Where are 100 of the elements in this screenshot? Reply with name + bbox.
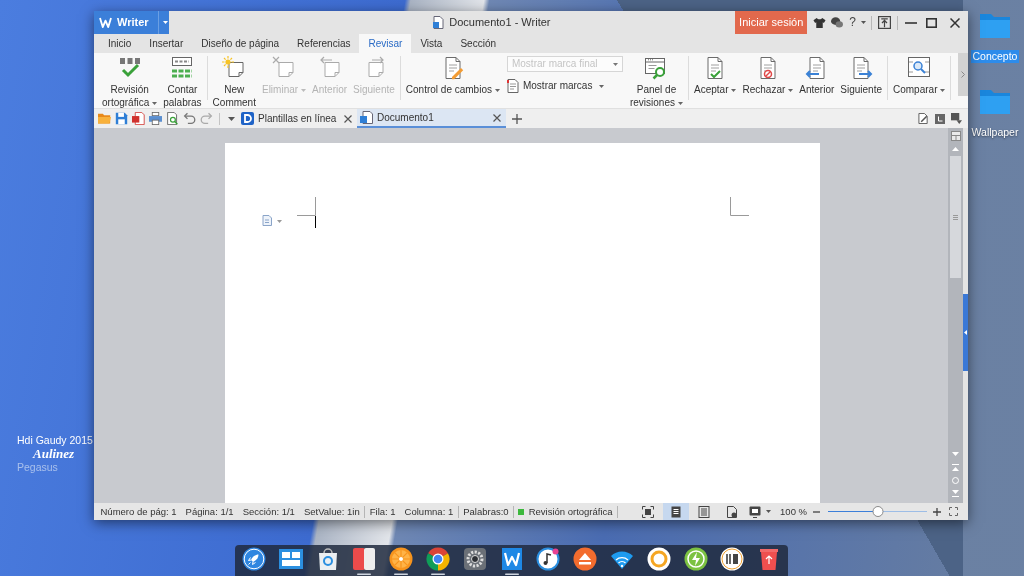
wallpaper-caption: Aulinez	[33, 446, 75, 461]
status-square-icon	[518, 508, 525, 515]
view-button[interactable]	[663, 503, 690, 520]
grip-icon	[953, 214, 958, 220]
caret-icon	[227, 116, 235, 121]
ring-icon[interactable]	[646, 547, 671, 571]
tiles-icon[interactable]	[278, 547, 303, 571]
wallpaper-caption: Hdi Gaudy 2015	[17, 434, 93, 447]
citrus-slice-icon[interactable]	[389, 547, 414, 575]
menu-tab[interactable]: Vista	[411, 34, 452, 53]
caret-icon	[612, 62, 618, 66]
ribbon-button[interactable]: Aceptar	[691, 56, 740, 96]
w-logo-tile-icon[interactable]	[499, 547, 524, 575]
lightning-icon[interactable]	[683, 547, 708, 571]
zoom-slider-thumb[interactable]	[872, 506, 883, 517]
menu-tab[interactable]: Referencias	[288, 34, 360, 53]
status-text: Revisión ortográfica	[524, 505, 619, 518]
status-text: Sección: 1/1	[241, 505, 296, 518]
split-view-icon[interactable]	[950, 131, 961, 141]
status-text: Número de pág: 1	[99, 505, 178, 518]
status-text: Página: 1/1	[184, 505, 235, 518]
document-badge-icon[interactable]	[132, 112, 145, 125]
status-text: Palabras:0	[458, 505, 515, 518]
zoom-percentage: 100 %	[780, 505, 807, 518]
close-icon[interactable]	[344, 114, 352, 123]
document-tab[interactable]: Plantillas en línea	[238, 109, 357, 128]
document-icon	[433, 16, 445, 29]
close-icon[interactable]	[493, 113, 501, 122]
printer-icon[interactable]	[149, 112, 162, 125]
menu-tab[interactable]: Sección	[451, 34, 505, 53]
menu-tab[interactable]: Insertar	[140, 34, 193, 53]
help-button[interactable]: ?	[849, 15, 866, 30]
ribbon-button[interactable]: Anterior	[796, 56, 838, 96]
ribbon-button[interactable]: Control de cambios	[402, 56, 503, 96]
app-menu-button[interactable]: Writer	[94, 11, 158, 34]
panel-menu-icon[interactable]	[951, 113, 962, 124]
left-triangle-icon	[964, 330, 967, 335]
frame-magnifier-icon	[907, 56, 932, 80]
ribbon-button[interactable]: Panel de revisiones	[626, 56, 686, 109]
maximize-icon[interactable]	[926, 17, 937, 28]
menu-tab[interactable]: Inicio	[99, 34, 141, 53]
plus-icon[interactable]	[512, 113, 522, 124]
chat-bubbles-icon[interactable]	[831, 17, 844, 28]
ribbon-button[interactable]: Siguiente	[837, 56, 885, 96]
ribbon-button[interactable]: Rechazar	[739, 56, 797, 96]
document-menu-icon[interactable]	[262, 215, 283, 226]
document-gear-icon	[726, 505, 739, 518]
counter-icon	[170, 56, 195, 80]
document-tab[interactable]: Documento1	[357, 109, 506, 128]
screen-icon	[749, 505, 762, 518]
music-note-icon[interactable]	[536, 547, 561, 571]
plus-icon[interactable]	[933, 507, 941, 516]
close-icon[interactable]	[950, 17, 960, 28]
undo-icon[interactable]	[183, 112, 196, 125]
page-lines-icon	[670, 505, 683, 518]
dial-icon[interactable]	[720, 547, 745, 571]
caret-icon	[861, 21, 866, 24]
wallpaper-caption: Pegasus	[17, 460, 58, 474]
menu-tab[interactable]: Revisar	[359, 34, 412, 53]
document-icon	[360, 111, 373, 124]
margin-corner-mark	[297, 197, 316, 216]
shirt-icon[interactable]	[813, 16, 827, 29]
caret-icon	[162, 21, 168, 24]
upload-box-icon[interactable]	[878, 16, 891, 29]
expand-corners-icon[interactable]	[949, 507, 958, 516]
ribbon-button[interactable]: New Comment	[209, 56, 259, 109]
note-cross-icon	[272, 56, 297, 80]
document-magnifier-icon[interactable]	[166, 112, 179, 125]
w-logo-icon	[99, 17, 112, 28]
status-text: Fila: 1	[368, 505, 397, 518]
window-title: Documento1 - Writer	[449, 15, 551, 30]
ring-segments-icon[interactable]	[426, 547, 450, 575]
ribbon-button[interactable]: Comparar	[890, 56, 949, 96]
split-tile-icon[interactable]	[352, 547, 377, 575]
document-icon	[506, 79, 519, 93]
caret-icon	[766, 510, 772, 513]
rocket-icon[interactable]	[242, 547, 266, 571]
minimize-icon[interactable]	[905, 21, 917, 24]
note-sparkle-icon	[222, 56, 247, 80]
status-text: Columna: 1	[400, 505, 459, 518]
filled-square-icon[interactable]	[935, 113, 945, 124]
status-text: SetValue: 1in	[299, 505, 366, 518]
ribbon-button[interactable]: Revisión ortográfica	[99, 56, 161, 109]
document-pen-icon[interactable]	[918, 113, 929, 124]
app-dropdown-button[interactable]	[157, 11, 169, 34]
letters-tick-icon	[117, 56, 142, 80]
folder-label[interactable]: Wallpaper	[969, 125, 1021, 139]
chevron-right-icon	[961, 71, 965, 78]
show-markup-button[interactable]: Mostrar marcas	[506, 79, 605, 93]
frame-corners-icon	[642, 505, 655, 518]
ribbon-button[interactable]: Contar palabras	[160, 56, 205, 109]
side-panel-handle[interactable]	[963, 294, 968, 371]
gear-icon[interactable]	[462, 547, 487, 571]
arc-tile-icon	[241, 112, 254, 125]
list-lines-icon	[698, 505, 711, 518]
minus-icon[interactable]	[813, 510, 820, 513]
menu-tab[interactable]: Diseño de página	[192, 34, 289, 53]
margin-corner-mark	[730, 197, 749, 216]
scrollbar-thumb[interactable]	[950, 156, 961, 278]
eject-icon[interactable]	[573, 547, 598, 571]
